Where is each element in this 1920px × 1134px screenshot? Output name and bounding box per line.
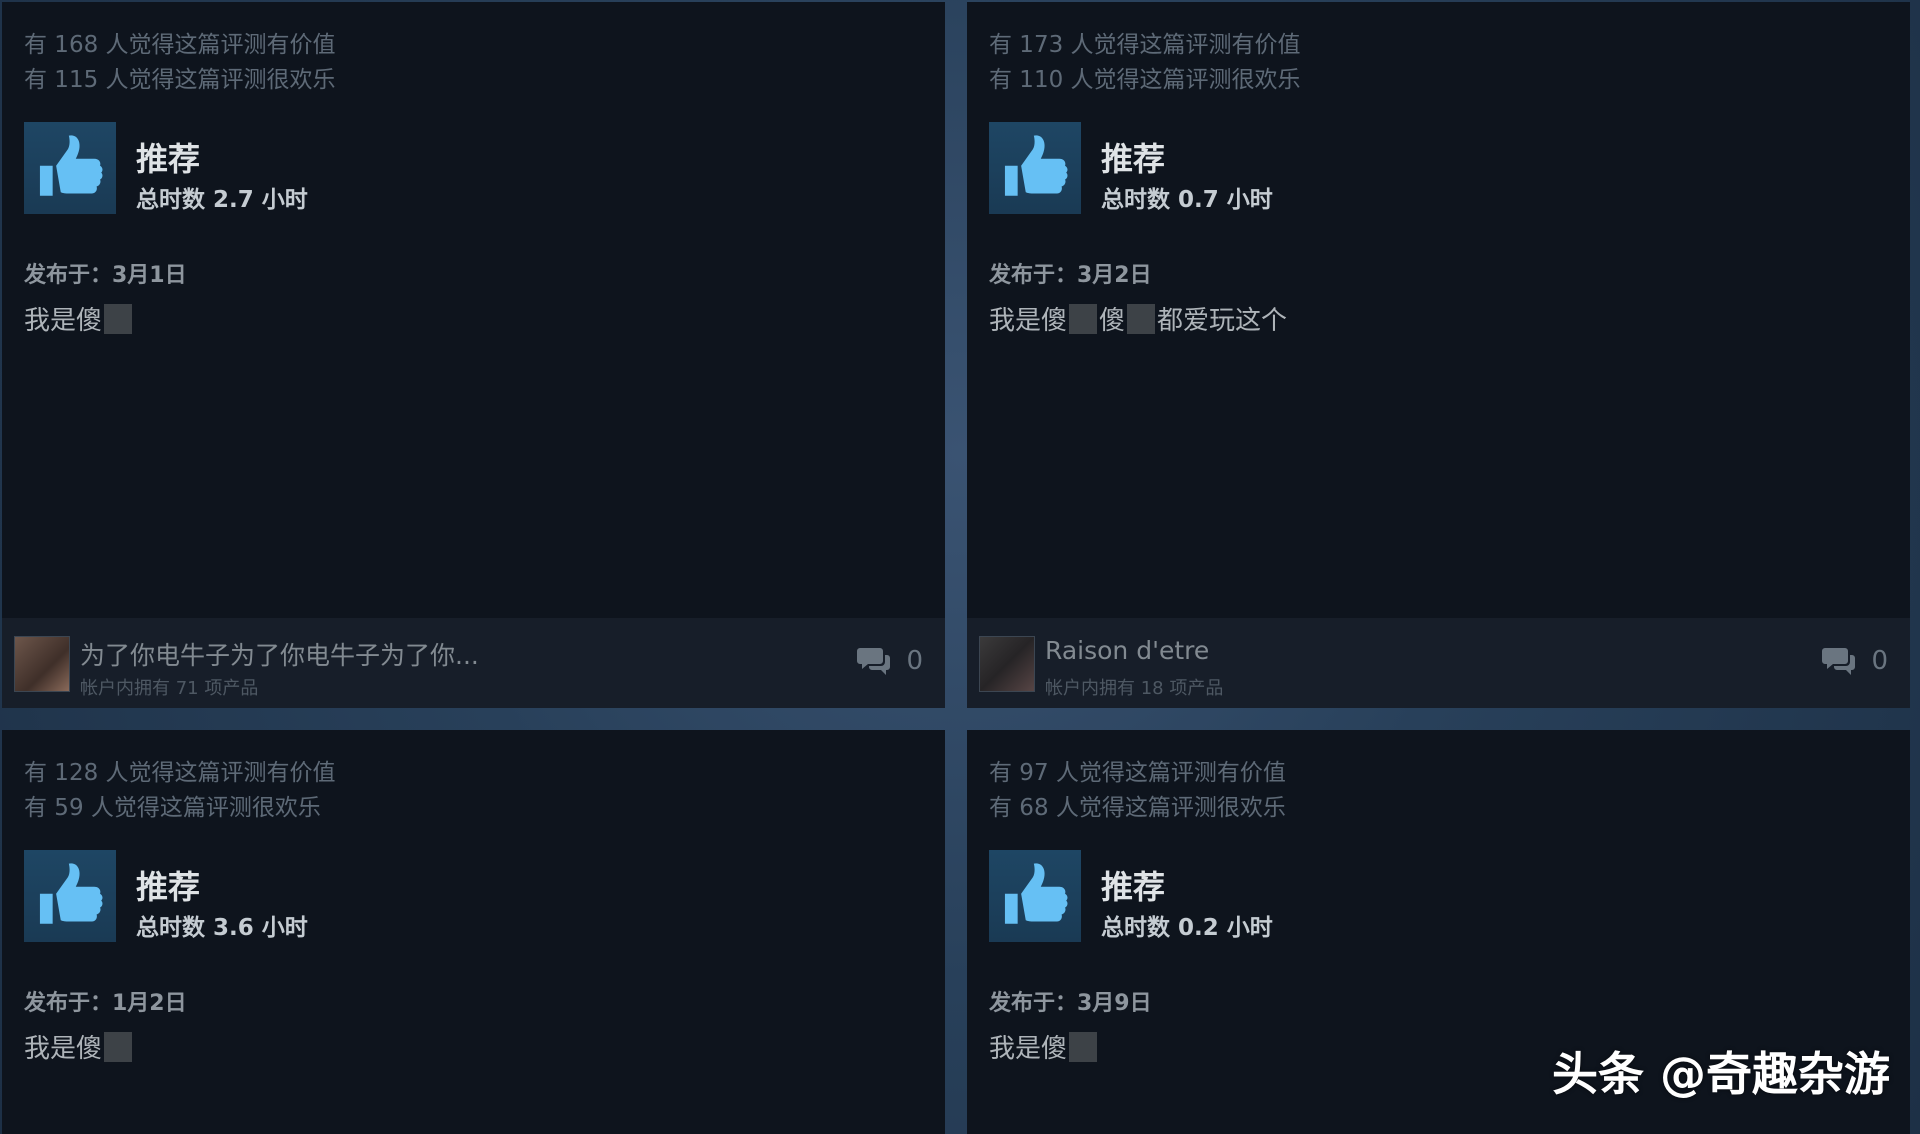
review-card: 有 173 人觉得这篇评测有价值 有 110 人觉得这篇评测很欢乐 推荐 总时数… <box>967 2 1910 708</box>
watermark: 头条 @奇趣杂游 <box>1551 1047 1890 1101</box>
author-name[interactable]: Raison d'etre <box>1045 636 1209 665</box>
review-card: 有 128 人觉得这篇评测有价值 有 59 人觉得这篇评测很欢乐 推荐 总时数 … <box>2 730 945 1134</box>
recommend-label: 推荐 <box>136 140 201 178</box>
review-footer: 为了你电牛子为了你电牛子为了你... 帐户内拥有 71 项产品 0 <box>2 618 945 708</box>
recommend-label: 推荐 <box>1101 868 1166 906</box>
funny-count: 有 68 人觉得这篇评测很欢乐 <box>989 795 1286 821</box>
hours-played: 总时数 2.7 小时 <box>136 187 308 213</box>
funny-count: 有 110 人觉得这篇评测很欢乐 <box>989 67 1301 93</box>
helpful-count: 有 128 人觉得这篇评测有价值 <box>24 760 336 786</box>
hours-played: 总时数 0.7 小时 <box>1101 187 1273 213</box>
vote-summary: 有 173 人觉得这篇评测有价值 有 110 人觉得这篇评测很欢乐 <box>989 28 1301 98</box>
funny-count: 有 115 人觉得这篇评测很欢乐 <box>24 67 336 93</box>
hours-played: 总时数 3.6 小时 <box>136 915 308 941</box>
recommend-label: 推荐 <box>1101 140 1166 178</box>
posted-date: 发布于：1月2日 <box>24 991 187 1016</box>
review-text: 我是傻 <box>989 1028 1099 1065</box>
avatar[interactable] <box>14 636 70 692</box>
avatar[interactable] <box>979 636 1035 692</box>
comments-link[interactable]: 0 <box>856 644 923 678</box>
review-footer: Raison d'etre 帐户内拥有 18 项产品 0 <box>967 618 1910 708</box>
helpful-count: 有 173 人觉得这篇评测有价值 <box>989 32 1301 58</box>
censored-block <box>1127 303 1156 334</box>
author-name[interactable]: 为了你电牛子为了你电牛子为了你... <box>80 636 479 672</box>
comments-link[interactable]: 0 <box>1821 644 1888 678</box>
comment-bubble-icon <box>857 648 891 675</box>
helpful-count: 有 168 人觉得这篇评测有价值 <box>24 32 336 58</box>
thumbs-up-icon[interactable] <box>24 850 116 942</box>
comment-count: 0 <box>1871 646 1888 676</box>
censored-block <box>1069 1031 1098 1062</box>
review-text: 我是傻 <box>24 1028 134 1065</box>
comment-bubble-icon <box>1822 648 1856 675</box>
thumbs-up-icon[interactable] <box>989 122 1081 214</box>
censored-block <box>1069 303 1098 334</box>
posted-date: 发布于：3月1日 <box>24 263 187 288</box>
thumbs-up-icon[interactable] <box>989 850 1081 942</box>
vote-summary: 有 128 人觉得这篇评测有价值 有 59 人觉得这篇评测很欢乐 <box>24 756 336 826</box>
review-text: 我是傻 <box>24 300 134 337</box>
recommend-label: 推荐 <box>136 868 201 906</box>
thumbs-up-icon[interactable] <box>24 122 116 214</box>
review-card: 有 168 人觉得这篇评测有价值 有 115 人觉得这篇评测很欢乐 推荐 总时数… <box>2 2 945 708</box>
review-text: 我是傻 傻都爱玩这个 <box>989 300 1287 337</box>
comment-count: 0 <box>906 646 923 676</box>
posted-date: 发布于：3月9日 <box>989 991 1152 1016</box>
censored-block <box>104 303 133 334</box>
products-owned: 帐户内拥有 71 项产品 <box>80 678 259 699</box>
vote-summary: 有 168 人觉得这篇评测有价值 有 115 人觉得这篇评测很欢乐 <box>24 28 336 98</box>
helpful-count: 有 97 人觉得这篇评测有价值 <box>989 760 1286 786</box>
funny-count: 有 59 人觉得这篇评测很欢乐 <box>24 795 321 821</box>
censored-block <box>104 1031 133 1062</box>
posted-date: 发布于：3月2日 <box>989 263 1152 288</box>
products-owned: 帐户内拥有 18 项产品 <box>1045 678 1224 699</box>
hours-played: 总时数 0.2 小时 <box>1101 915 1273 941</box>
vote-summary: 有 97 人觉得这篇评测有价值 有 68 人觉得这篇评测很欢乐 <box>989 756 1286 826</box>
